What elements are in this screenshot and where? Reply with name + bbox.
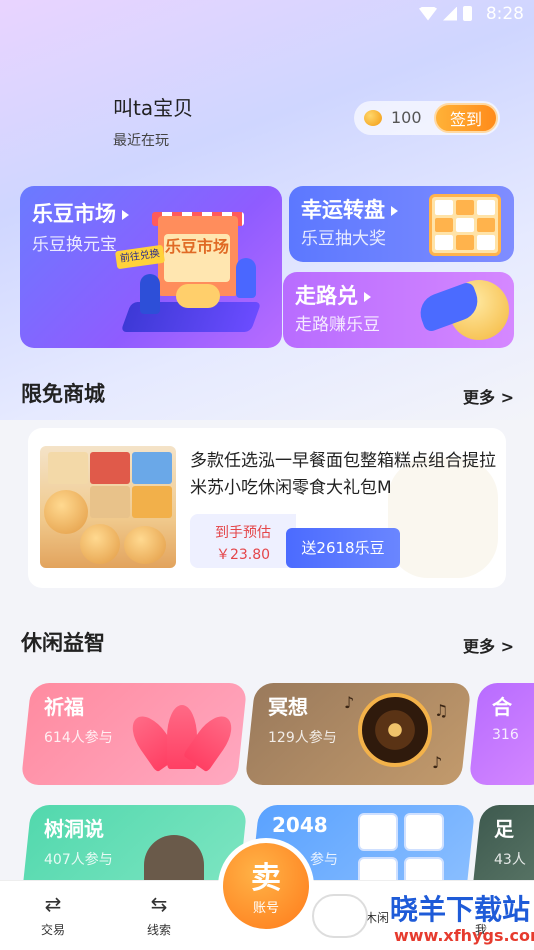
- box-illustration: [132, 486, 172, 518]
- arrow-right-icon: [364, 292, 371, 302]
- cake-illustration: [44, 490, 88, 534]
- card-title: 幸运转盘: [301, 194, 398, 224]
- market-illustration: 乐豆市场 前往兑换: [114, 212, 266, 342]
- site-watermark: 晓羊下载站 www.xfhygs.com: [310, 888, 534, 948]
- game-players: 407人参与: [44, 852, 113, 868]
- card-title: 走路兑: [295, 280, 371, 310]
- box-illustration: [90, 486, 130, 518]
- product-card[interactable]: 多款任选泓一早餐面包整箱糕点组合提拉米苏小吃休闲零食大礼包M 到手预估 ￥23.…: [28, 428, 506, 588]
- game-card-meditate[interactable]: 冥想 129人参与 ♪ ♫ ♪: [244, 683, 472, 785]
- sell-label: 卖: [251, 861, 281, 896]
- music-note-icon: ♪: [432, 753, 443, 772]
- snack-illustration: [176, 284, 220, 308]
- game-players: 129人参与: [268, 730, 337, 746]
- game-title: 树洞说: [44, 817, 104, 841]
- signal-icon: [443, 6, 457, 21]
- game-card-pray[interactable]: 祈福 614人参与: [20, 683, 248, 785]
- game-title: 冥想: [268, 695, 308, 719]
- game-players: 614人参与: [44, 730, 113, 746]
- section-title-leisure: 休闲益智: [21, 631, 105, 655]
- price-value: ￥23.80: [215, 547, 271, 563]
- game-title: 足: [494, 817, 514, 841]
- section-title-free-mall: 限免商城: [21, 382, 105, 406]
- music-note-icon: ♪: [344, 693, 355, 712]
- bonus-beans-badge[interactable]: 送2618乐豆: [286, 528, 400, 568]
- card-title: 乐豆市场: [32, 198, 129, 228]
- game-players: 316: [492, 727, 519, 743]
- box-illustration: [132, 452, 172, 484]
- price-label: 到手预估: [215, 525, 271, 541]
- coin-count: 100: [391, 108, 422, 127]
- card-bean-market[interactable]: 乐豆市场 乐豆换元宝 乐豆市场 前往兑换: [20, 186, 282, 348]
- card-subtitle: 乐豆抽大奖: [301, 229, 386, 249]
- card-walk-exchange[interactable]: 走路兑 走路赚乐豆: [283, 272, 514, 348]
- battery-icon: [463, 6, 472, 21]
- clues-icon: ⇆: [150, 892, 168, 916]
- sell-account-button[interactable]: 卖 账号: [218, 838, 314, 934]
- nav-item-trade[interactable]: ⇄ 交易: [18, 891, 88, 938]
- watermark-text: 晓羊下载站: [390, 893, 531, 926]
- cake-illustration: [124, 526, 166, 564]
- game-players: 参与: [310, 852, 338, 868]
- card-subtitle: 乐豆换元宝: [32, 235, 117, 255]
- person-illustration: [236, 258, 256, 298]
- status-icons: [419, 6, 472, 21]
- nav-label: 线索: [146, 923, 171, 937]
- arrow-right-icon: [391, 206, 398, 216]
- game-title: 祈福: [44, 695, 84, 719]
- leisure-more-link[interactable]: 更多 >: [463, 633, 514, 657]
- coin-icon: [364, 110, 382, 126]
- signin-button[interactable]: 签到: [434, 103, 498, 133]
- nav-item-clues[interactable]: ⇆ 线索: [124, 891, 194, 938]
- sheep-logo-icon: [312, 894, 368, 938]
- coin-balance[interactable]: 100 签到: [354, 101, 500, 135]
- stall-sign: 乐豆市场: [164, 234, 230, 282]
- free-mall-more-link[interactable]: 更多 >: [463, 384, 514, 408]
- tile-icon: [404, 813, 444, 851]
- music-note-icon: ♫: [434, 701, 449, 720]
- game-card-merge[interactable]: 合 316: [468, 683, 534, 785]
- shoe-coin-illustration: [413, 276, 509, 346]
- status-time: 8:28: [485, 4, 524, 24]
- prize-grid-illustration: [429, 194, 501, 256]
- wifi-icon: [419, 6, 437, 21]
- status-bar: 8:28: [0, 0, 534, 30]
- product-image: [40, 446, 176, 568]
- game-title: 合: [492, 695, 512, 719]
- box-illustration: [90, 452, 130, 484]
- trade-icon: ⇄: [44, 892, 62, 916]
- nav-label: 交易: [40, 923, 65, 937]
- watermark-url: www.xfhygs.com: [394, 926, 534, 945]
- sell-sublabel: 账号: [252, 901, 279, 916]
- lotus-icon: [124, 703, 240, 773]
- estimated-price: 到手预估 ￥23.80: [190, 514, 296, 568]
- profile-name[interactable]: 叫ta宝贝: [113, 92, 193, 121]
- vinyl-record-icon: [358, 693, 432, 767]
- profile-subtitle: 最近在玩: [113, 133, 169, 149]
- tile-icon: [358, 813, 398, 851]
- product-title: 多款任选泓一早餐面包整箱糕点组合提拉米苏小吃休闲零食大礼包M: [190, 451, 496, 498]
- card-subtitle: 走路赚乐豆: [295, 315, 380, 335]
- person-illustration: [140, 274, 160, 314]
- cake-illustration: [80, 524, 120, 564]
- card-lucky-wheel[interactable]: 幸运转盘 乐豆抽大奖: [289, 186, 514, 262]
- game-players: 43人: [494, 852, 526, 868]
- box-illustration: [48, 452, 88, 484]
- game-title: 2048: [272, 813, 328, 837]
